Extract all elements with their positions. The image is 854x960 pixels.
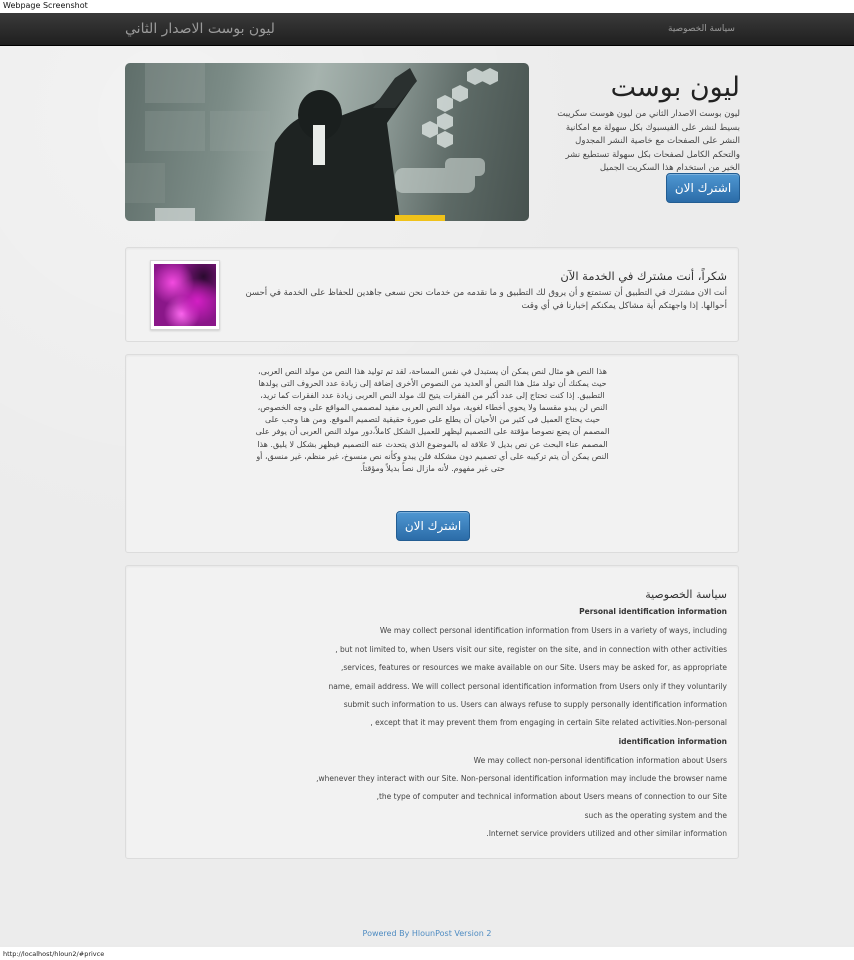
sample-text: هذا النص هو مثال لنص يمكن أن يستبدل في ن…: [255, 367, 610, 473]
privacy-line: the type of computer and technical infor…: [376, 792, 727, 801]
subscribe-button[interactable]: اشترك الان: [666, 173, 740, 203]
privacy-line: We may collect non-personal identificati…: [473, 756, 727, 765]
subscribed-text: أنت الان مشترك في التطبيق أن تستمتع و أن…: [245, 288, 727, 311]
navbar: ليون بوست الاصدار الثاني سياسة الخصوصية: [0, 13, 854, 46]
subscribed-title: شكراً، أنت مشترك في الخدمة الآن: [560, 269, 727, 283]
privacy-line: name, email address. We will collect per…: [328, 682, 727, 691]
privacy-line: but not limited to, when Users visit our…: [335, 645, 727, 654]
brand-link[interactable]: ليون بوست الاصدار الثاني: [125, 13, 275, 45]
privacy-line: such as the operating system and the: [584, 811, 727, 820]
privacy-title: سياسة الخصوصية: [645, 588, 727, 601]
subscriber-thumbnail: [150, 260, 220, 330]
hero-image: [125, 63, 529, 221]
privacy-line: submit such information to us. Users can…: [343, 700, 727, 709]
hero-description: ليون بوست الاصدار الثاني من ليون هوست سك…: [557, 109, 740, 173]
privacy-line: Internet service providers utilized and …: [486, 829, 727, 838]
privacy-line: whenever they interact with our Site. No…: [316, 774, 727, 783]
status-bar: [0, 947, 854, 960]
footer-powered-by[interactable]: Powered By HlounPost Version 2: [0, 929, 854, 938]
nav-privacy-link[interactable]: سياسة الخصوصية: [668, 13, 735, 45]
capture-header: [0, 0, 854, 13]
hero-title: ليون بوست: [610, 72, 740, 103]
privacy-line: services, features or resources we make …: [340, 663, 727, 672]
status-url: http://localhost/hloun2/#privce: [3, 950, 105, 958]
privacy-heading: identification information: [618, 737, 727, 746]
privacy-line: except that it may prevent them from eng…: [370, 718, 727, 727]
subscribe-button-secondary[interactable]: اشترك الان: [396, 511, 470, 541]
privacy-heading: Personal identification information: [579, 607, 727, 616]
capture-title: Webpage Screenshot: [3, 1, 88, 10]
privacy-line: We may collect personal identification i…: [379, 626, 727, 635]
thumbnail-image: [154, 264, 216, 326]
